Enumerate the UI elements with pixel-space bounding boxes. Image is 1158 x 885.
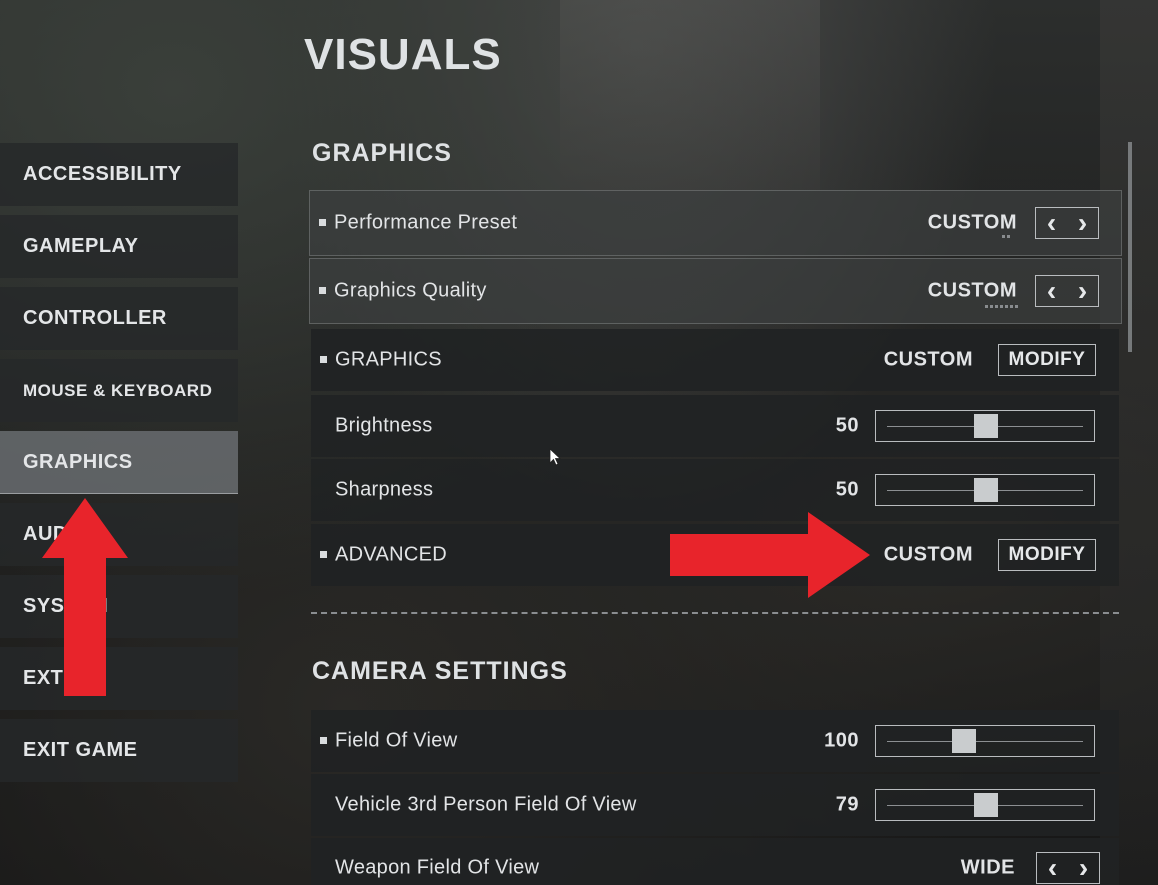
slider-thumb[interactable] — [951, 729, 976, 753]
sidebar-item-label: ACCESSIBILITY — [23, 163, 182, 185]
setting-row-field-of-view[interactable]: Field Of View 100 — [311, 710, 1119, 772]
section-title-camera-settings: CAMERA SETTINGS — [312, 657, 568, 685]
option-indicator-dots — [985, 305, 1018, 309]
option-stepper[interactable]: ‹ › — [1035, 207, 1099, 239]
chevron-left-icon[interactable]: ‹ — [1036, 276, 1067, 306]
setting-label: Performance Preset — [334, 211, 518, 234]
sidebar-item-controller[interactable]: CONTROLLER — [0, 287, 238, 350]
sidebar-item-gameplay[interactable]: GAMEPLAY — [0, 215, 238, 278]
setting-value: 100 — [824, 729, 859, 752]
setting-row-graphics[interactable]: GRAPHICS CUSTOM MODIFY — [311, 329, 1119, 391]
setting-value: 50 — [835, 414, 859, 437]
sharpness-slider[interactable] — [875, 474, 1095, 506]
setting-row-brightness[interactable]: Brightness 50 — [311, 395, 1119, 457]
setting-value: 79 — [835, 793, 859, 816]
option-stepper[interactable]: ‹ › — [1036, 852, 1100, 884]
setting-value: WIDE — [960, 856, 1015, 879]
annotation-arrow-up-icon — [42, 498, 128, 696]
section-divider — [311, 612, 1119, 614]
row-bullet — [319, 219, 326, 226]
annotation-arrow-right-icon — [670, 512, 870, 598]
setting-label: Brightness — [335, 414, 433, 437]
setting-row-performance-preset[interactable]: Performance Preset CUSTOM ‹ › — [309, 190, 1122, 256]
setting-value: CUSTOM — [883, 348, 973, 371]
setting-value: CUSTOM — [883, 543, 973, 566]
mouse-cursor-icon — [549, 448, 561, 466]
sidebar-item-label: GRAPHICS — [23, 450, 133, 473]
modify-button[interactable]: MODIFY — [998, 539, 1096, 571]
setting-label: Field Of View — [335, 729, 458, 752]
background-building — [560, 0, 820, 190]
sidebar-item-label: GAMEPLAY — [23, 235, 139, 257]
chevron-right-icon[interactable]: › — [1067, 208, 1098, 238]
scrollbar[interactable] — [1128, 142, 1132, 352]
option-stepper[interactable]: ‹ › — [1035, 275, 1099, 307]
row-bullet — [320, 737, 327, 744]
setting-value: CUSTOM — [927, 279, 1017, 302]
slider-thumb[interactable] — [974, 478, 998, 502]
slider-track — [887, 741, 1083, 742]
row-bullet — [319, 287, 326, 294]
setting-label: Graphics Quality — [334, 279, 487, 302]
setting-label: Sharpness — [335, 478, 434, 501]
chevron-left-icon[interactable]: ‹ — [1036, 208, 1067, 238]
sidebar-item-mouse-keyboard[interactable]: MOUSE & KEYBOARD — [0, 359, 238, 422]
brightness-slider[interactable] — [875, 410, 1095, 442]
page-title: VISUALS — [304, 30, 502, 79]
slider-thumb[interactable] — [974, 414, 998, 438]
setting-value: 50 — [835, 478, 859, 501]
setting-row-weapon-fov[interactable]: Weapon Field Of View WIDE ‹ › — [311, 838, 1119, 885]
setting-label: Vehicle 3rd Person Field Of View — [335, 793, 637, 816]
sidebar-item-graphics[interactable]: GRAPHICS — [0, 431, 238, 494]
setting-label: ADVANCED — [335, 543, 448, 566]
sidebar-item-label: CONTROLLER — [23, 307, 167, 329]
setting-row-graphics-quality[interactable]: Graphics Quality CUSTOM ‹ › — [309, 258, 1122, 324]
setting-value: CUSTOM — [927, 211, 1017, 234]
chevron-right-icon[interactable]: › — [1067, 276, 1098, 306]
setting-row-vehicle-fov[interactable]: Vehicle 3rd Person Field Of View 79 — [311, 774, 1119, 836]
sidebar-item-accessibility[interactable]: ACCESSIBILITY — [0, 143, 238, 206]
modify-button[interactable]: MODIFY — [998, 344, 1096, 376]
slider-thumb[interactable] — [974, 793, 998, 817]
sidebar-item-exit-game[interactable]: EXIT GAME — [0, 719, 238, 782]
row-bullet — [320, 356, 327, 363]
settings-screen: VISUALS ACCESSIBILITY GAMEPLAY CONTROLLE… — [0, 0, 1158, 885]
chevron-left-icon[interactable]: ‹ — [1037, 853, 1068, 883]
sidebar-item-label: EXIT GAME — [23, 739, 138, 761]
setting-label: Weapon Field Of View — [335, 856, 540, 879]
setting-label: GRAPHICS — [335, 348, 442, 371]
section-title-graphics: GRAPHICS — [312, 139, 452, 167]
field-of-view-slider[interactable] — [875, 725, 1095, 757]
vehicle-fov-slider[interactable] — [875, 789, 1095, 821]
row-bullet — [320, 551, 327, 558]
option-indicator-dots — [1002, 235, 1010, 239]
chevron-right-icon[interactable]: › — [1068, 853, 1099, 883]
sidebar-item-label: MOUSE & KEYBOARD — [23, 380, 213, 400]
